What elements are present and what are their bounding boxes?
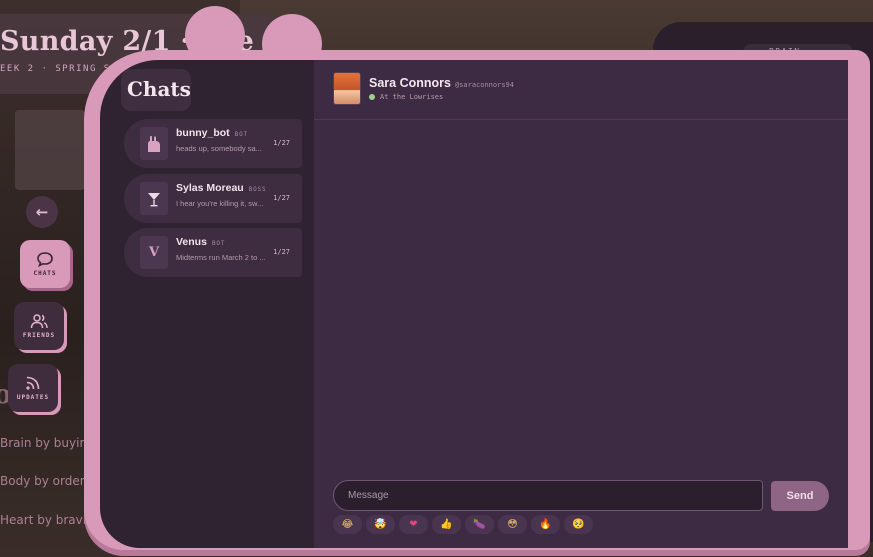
contact-name: Sara Connors @saraconnors94 <box>369 76 514 90</box>
emoji-pleading-icon[interactable]: 🥺 <box>564 515 593 534</box>
cocktail-icon <box>140 182 168 215</box>
background-stat-body: Body by order <box>0 474 85 488</box>
chat-date: 1/27 <box>273 194 290 202</box>
header-divider <box>314 119 848 120</box>
tab-chats-label: CHATS <box>33 270 57 277</box>
chat-name: bunny_bot BOT <box>176 127 248 139</box>
contact-status-text: At the Lowrises <box>380 93 444 101</box>
chat-tag: BOSS <box>248 186 267 193</box>
contact-handle: @saraconnors94 <box>454 81 514 89</box>
emoji-mind-blown-icon[interactable]: 🤯 <box>366 515 395 534</box>
chat-tag: BOT <box>234 131 248 138</box>
emoji-thumbs-up-icon[interactable]: 👍 <box>432 515 461 534</box>
message-input[interactable] <box>333 480 763 511</box>
venus-logo-icon: V <box>140 236 168 269</box>
emoji-eggplant-icon[interactable]: 🍆 <box>465 515 494 534</box>
background-window <box>15 110 85 190</box>
contact-name-text: Sara Connors <box>369 76 451 90</box>
chat-name-text: Sylas Moreau <box>176 182 244 194</box>
chat-preview: Midterms run March 2 to ... <box>176 253 266 262</box>
chat-name: Sylas Moreau BOSS <box>176 182 266 194</box>
tab-friends-label: FRIENDS <box>22 332 56 339</box>
avatar[interactable] <box>333 72 361 105</box>
chat-date: 1/27 <box>273 248 290 256</box>
chat-name-text: Venus <box>176 236 207 248</box>
chat-preview: I hear you're killing it, sw... <box>176 199 264 208</box>
chat-item-sylas-moreau[interactable]: Sylas Moreau BOSS I hear you're killing i… <box>124 174 302 223</box>
online-status-icon <box>369 94 375 100</box>
back-button[interactable]: ← <box>26 196 58 228</box>
send-button[interactable]: Send <box>771 481 829 511</box>
conversation-panel <box>314 60 848 548</box>
bunny-icon <box>140 127 168 160</box>
chat-preview: heads up, somebody sa... <box>176 144 262 153</box>
tab-updates-label: UPDATES <box>16 394 50 401</box>
contact-status: At the Lowrises <box>369 93 443 101</box>
emoji-heart-icon[interactable]: ❤ <box>399 515 428 534</box>
friends-icon <box>30 314 48 329</box>
emoji-fire-icon[interactable]: 🔥 <box>531 515 560 534</box>
bunny-shape <box>148 135 160 152</box>
background-stat-brain: Brain by buying <box>0 436 95 450</box>
cocktail-shape <box>148 192 160 206</box>
chat-name-text: bunny_bot <box>176 127 230 139</box>
emoji-flushed-icon[interactable]: 😳 <box>498 515 527 534</box>
page-title: Chats <box>127 77 191 101</box>
venus-logo-glyph: V <box>148 245 160 260</box>
rss-icon <box>26 376 40 390</box>
tab-friends[interactable]: FRIENDS <box>14 302 64 350</box>
arrow-left-icon: ← <box>35 203 49 221</box>
tab-updates[interactable]: UPDATES <box>8 364 58 412</box>
tab-chats[interactable]: CHATS <box>20 240 70 288</box>
chat-bubble-icon <box>37 252 53 267</box>
chat-tag: BOT <box>211 240 226 247</box>
chat-date: 1/27 <box>273 139 290 147</box>
chat-item-venus[interactable]: V Venus BOT Midterms run March 2 to ... 1… <box>124 228 302 277</box>
emoji-laughing-icon[interactable]: 😂 <box>333 515 362 534</box>
emoji-quick-bar: 😂 🤯 ❤ 👍 🍆 😳 🔥 🥺 <box>333 515 593 534</box>
chat-item-bunny-bot[interactable]: bunny_bot BOT heads up, somebody sa... 1/… <box>124 119 302 168</box>
chat-name: Venus BOT <box>176 236 225 248</box>
